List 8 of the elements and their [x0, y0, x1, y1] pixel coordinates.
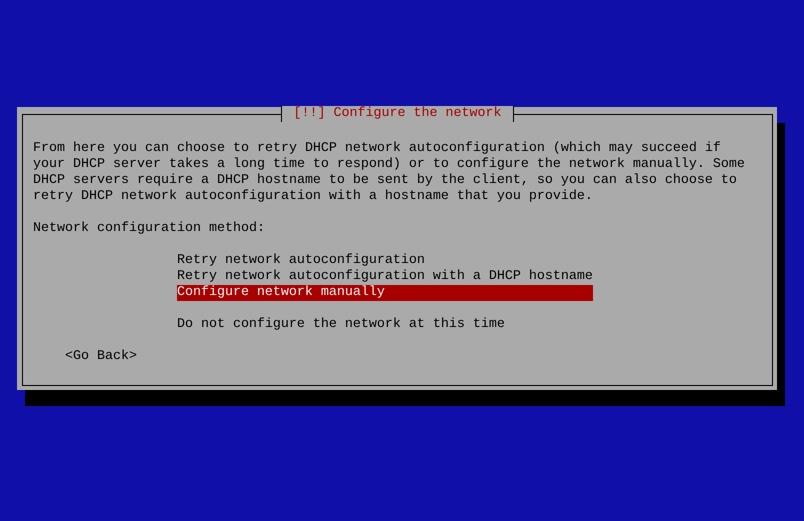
- menu-option[interactable]: Retry network autoconfiguration: [176, 253, 593, 269]
- menu-option[interactable]: Do not configure the network at this time: [176, 317, 593, 333]
- prompt-label: Network configuration method:: [33, 221, 266, 237]
- menu-option[interactable]: Configure network manually: [176, 285, 593, 301]
- description-text: From here you can choose to retry DHCP network autoconfiguration (which may succeed if your DHCP server takes a long time to respond) or to configure the network manually. Some DHCP servers require a DHCP hostname to be sent by the client, so you can also choose to retry DHCP network autoconfiguration with a hostname that you provide.: [33, 141, 746, 205]
- go-back-button[interactable]: <Go Back>: [64, 349, 137, 365]
- dialog-title: [!!] Configure the network: [280, 106, 514, 122]
- menu-option[interactable]: Retry network autoconfiguration with a DHCP hostname: [176, 269, 593, 285]
